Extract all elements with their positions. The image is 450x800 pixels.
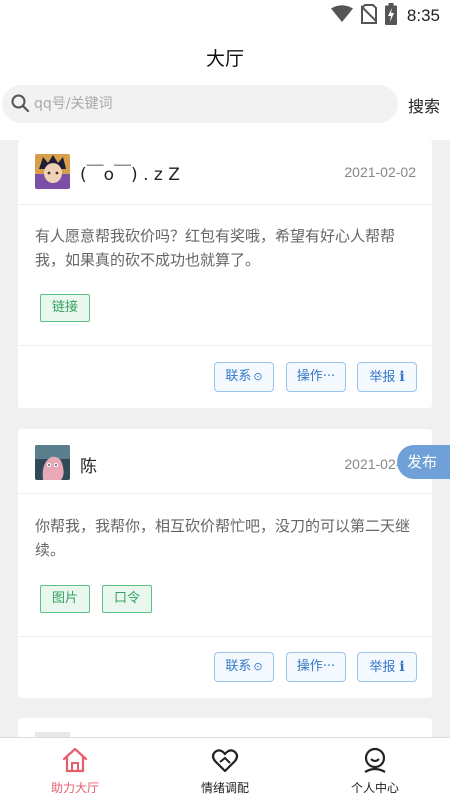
battery-charging-icon [384,3,397,29]
status-bar: 8:35 [0,0,450,32]
page-title: 大厅 [205,48,244,70]
post-content: 有人愿意帮我砍价吗？红包有奖哦，希望有好心人帮帮我，如果真的砍不成功也就算了。 [35,227,396,269]
chat-bubble-icon: ⊙ [253,370,263,383]
report-label: 举报 [369,660,396,675]
post-header: (￣o￣) . z Z 2021-02-02 [18,140,432,205]
more-icon: ··· [322,369,336,384]
contact-label: 联系 [225,659,252,674]
username: (￣o￣) . z Z [80,165,180,185]
header: 大厅 搜索 [0,32,450,140]
card-divider [18,636,432,637]
chat-bubble-icon: ⊙ [253,660,263,673]
tab-profile[interactable]: 个人中心 [300,738,450,800]
post-header: 陈 2021-02-02 [18,429,432,494]
search-input[interactable] [34,85,390,123]
operate-label: 操作 [296,369,323,384]
report-button[interactable]: 举报 i [357,652,417,682]
card-divider [18,345,432,346]
bottom-tabbar: 助力大厅 情绪调配 个人中心 [0,737,450,800]
post-card [18,718,432,737]
tag-password[interactable]: 口令 [102,585,153,613]
info-icon: i [399,659,405,675]
contact-label: 联系 [225,369,252,384]
report-label: 举报 [369,370,396,385]
no-sim-icon [360,4,378,28]
avatar[interactable] [35,445,70,480]
status-time: 8:35 [406,6,440,25]
operate-button[interactable]: 操作··· [286,652,346,682]
search-button[interactable]: 搜索 [408,93,440,117]
tab-mood[interactable]: 情绪调配 [150,738,300,800]
post-feed[interactable]: (￣o￣) . z Z 2021-02-02 有人愿意帮我砍价吗？红包有奖哦，希… [0,140,450,737]
search-icon [11,94,30,116]
post-card: (￣o￣) . z Z 2021-02-02 有人愿意帮我砍价吗？红包有奖哦，希… [18,140,432,408]
publish-button[interactable]: 发布 [397,445,450,479]
contact-button[interactable]: 联系 ⊙ [214,362,274,392]
contact-button[interactable]: 联系 ⊙ [214,652,274,682]
tab-label: 助力大厅 [50,781,99,795]
tag-image[interactable]: 图片 [40,585,91,613]
username: 陈 [80,457,97,477]
operate-label: 操作 [296,659,323,674]
more-icon: ··· [322,659,336,674]
avatar[interactable] [35,154,70,189]
report-button[interactable]: 举报 i [357,362,417,392]
tab-hall[interactable]: 助力大厅 [0,738,150,800]
info-icon: i [399,369,405,385]
post-card: 陈 2021-02-02 你帮我，我帮你，相互砍价帮忙吧，没刀的可以第二天继续。… [18,429,432,698]
post-date: 2021-02-02 [344,164,416,180]
tag-link[interactable]: 链接 [40,294,91,322]
post-content: 你帮我，我帮你，相互砍价帮忙吧，没刀的可以第二天继续。 [35,517,411,559]
status-icons: 8:35 [330,3,440,29]
operate-button[interactable]: 操作··· [286,362,346,392]
tab-label: 个人中心 [350,781,399,795]
tab-label: 情绪调配 [200,781,249,795]
search-box [2,85,398,123]
wifi-icon [330,5,353,27]
